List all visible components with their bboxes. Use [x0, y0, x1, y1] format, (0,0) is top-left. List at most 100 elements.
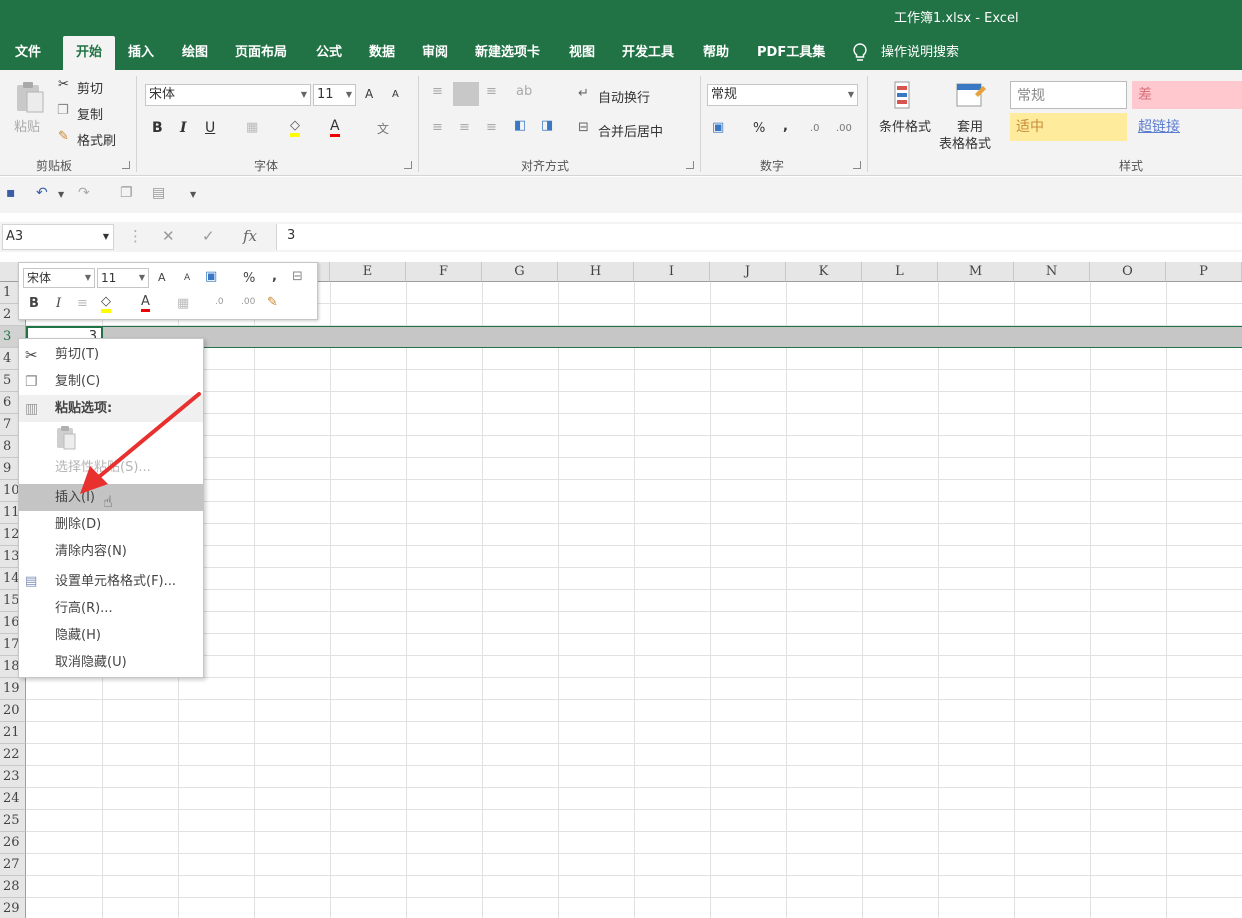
redo-icon[interactable]: ↷ — [78, 185, 90, 201]
tab-pdf-tools[interactable]: PDF工具集 — [757, 36, 825, 70]
align-middle-icon[interactable] — [453, 82, 479, 106]
paste-option-icon[interactable] — [55, 425, 77, 451]
form-icon[interactable]: ▤ — [152, 185, 165, 201]
mini-merge-icon[interactable]: ⊟ — [292, 269, 303, 284]
align-left-icon[interactable]: ≡ — [432, 120, 443, 135]
formula-input[interactable]: 3 — [276, 224, 1242, 250]
copy-button[interactable]: 复制 — [77, 104, 103, 123]
wrap-text-button[interactable]: 自动换行 — [598, 87, 650, 106]
number-format-combo[interactable]: 常规 ▼ — [707, 84, 858, 106]
column-header-j[interactable]: J — [710, 262, 786, 282]
tab-new-tab[interactable]: 新建选项卡 — [475, 36, 540, 70]
column-header-m[interactable]: M — [938, 262, 1014, 282]
increase-indent-icon[interactable]: ◨ — [541, 118, 553, 133]
paste-button[interactable]: 粘贴 — [14, 116, 40, 135]
row-header-19[interactable]: 19 — [0, 678, 26, 700]
merge-center-button[interactable]: 合并后居中 — [598, 121, 663, 140]
menu-item-row-height[interactable]: 行高(R)... — [19, 595, 203, 622]
phonetic-button[interactable]: 文 — [377, 120, 389, 137]
row-header-24[interactable]: 24 — [0, 788, 26, 810]
mini-grow-font[interactable]: A — [158, 271, 166, 284]
tell-me-search[interactable]: 操作说明搜索 — [881, 36, 959, 70]
selected-row-3[interactable] — [26, 326, 1242, 348]
shrink-font-button[interactable]: A — [392, 89, 399, 100]
mini-inc-decimal-icon[interactable]: .0 — [215, 297, 224, 307]
style-normal[interactable]: 常规 — [1010, 81, 1127, 109]
menu-item-format-cells[interactable]: ▤ 设置单元格格式(F)... — [19, 568, 203, 595]
mini-italic[interactable]: I — [56, 296, 61, 311]
style-bad[interactable]: 差 — [1132, 81, 1242, 109]
row-header-27[interactable]: 27 — [0, 854, 26, 876]
accounting-icon[interactable]: ▣ — [712, 120, 724, 135]
column-header-h[interactable]: H — [558, 262, 634, 282]
conditional-format-icon[interactable] — [892, 80, 922, 112]
tab-review[interactable]: 审阅 — [422, 36, 448, 70]
bold-button[interactable]: B — [152, 120, 163, 136]
mini-bold[interactable]: B — [29, 296, 39, 311]
mini-shrink-font[interactable]: A — [184, 273, 190, 283]
grow-font-button[interactable]: A — [365, 87, 373, 101]
style-hyperlink[interactable]: 超链接 — [1132, 113, 1242, 141]
mini-dec-decimal-icon[interactable]: .00 — [241, 297, 255, 307]
menu-item-copy[interactable]: ❐ 复制(C) — [19, 368, 203, 395]
customize-qat-icon[interactable]: ▼ — [190, 190, 196, 199]
menu-item-unhide[interactable]: 取消隐藏(U) — [19, 649, 203, 676]
mini-fill-color-icon[interactable]: ◇ — [101, 294, 111, 313]
format-table-line2[interactable]: 表格格式 — [939, 133, 991, 152]
paste-icon[interactable] — [14, 80, 46, 114]
name-box[interactable]: A3 ▼ — [2, 224, 114, 250]
increase-decimal-button[interactable]: .0 — [810, 123, 820, 134]
menu-item-hide[interactable]: 隐藏(H) — [19, 622, 203, 649]
print-preview-icon[interactable]: ❐ — [120, 185, 133, 201]
row-header-22[interactable]: 22 — [0, 744, 26, 766]
cancel-icon[interactable]: ✕ — [162, 227, 175, 245]
row-header-25[interactable]: 25 — [0, 810, 26, 832]
insert-function-button[interactable]: fx — [243, 227, 257, 245]
mini-font-color[interactable]: A — [141, 294, 150, 312]
undo-dropdown-icon[interactable]: ▼ — [58, 190, 64, 199]
tab-developer[interactable]: 开发工具 — [622, 36, 674, 70]
tab-view[interactable]: 视图 — [569, 36, 595, 70]
font-launcher[interactable] — [404, 161, 412, 169]
column-header-k[interactable]: K — [786, 262, 862, 282]
column-header-l[interactable]: L — [862, 262, 938, 282]
column-header-e[interactable]: E — [330, 262, 406, 282]
undo-icon[interactable]: ↶ — [36, 185, 48, 201]
align-right-icon[interactable]: ≡ — [486, 120, 497, 135]
italic-button[interactable]: I — [180, 120, 187, 136]
menu-item-cut[interactable]: ✂ 剪切(T) — [19, 341, 203, 368]
mini-align-icon[interactable]: ≡ — [77, 296, 88, 311]
style-neutral[interactable]: 适中 — [1010, 113, 1127, 141]
format-painter-button[interactable]: 格式刷 — [77, 130, 116, 149]
underline-button[interactable]: U — [205, 120, 215, 136]
borders-icon[interactable]: ▦ — [246, 120, 258, 135]
align-top-icon[interactable]: ≡ — [432, 84, 443, 99]
align-center-icon[interactable]: ≡ — [459, 120, 470, 135]
mini-size-combo[interactable]: 11 ▼ — [97, 268, 149, 288]
mini-font-combo[interactable]: 宋体 ▼ — [23, 268, 95, 288]
clipboard-launcher[interactable] — [122, 161, 130, 169]
percent-button[interactable]: % — [753, 121, 765, 136]
tab-draw[interactable]: 绘图 — [182, 36, 208, 70]
fill-color-icon[interactable]: ◇ — [290, 118, 300, 137]
row-header-29[interactable]: 29 — [0, 898, 26, 918]
row-header-20[interactable]: 20 — [0, 700, 26, 722]
mini-format-painter-icon[interactable]: ✎ — [267, 295, 278, 310]
row-header-21[interactable]: 21 — [0, 722, 26, 744]
font-color-button[interactable]: A — [330, 118, 340, 137]
tab-data[interactable]: 数据 — [369, 36, 395, 70]
orientation-button[interactable]: ab — [516, 84, 532, 99]
font-size-combo[interactable]: 11 ▼ — [313, 84, 356, 106]
row-header-28[interactable]: 28 — [0, 876, 26, 898]
alignment-launcher[interactable] — [686, 161, 694, 169]
menu-item-insert[interactable]: 插入(I) ☝ — [19, 484, 203, 511]
conditional-format-button[interactable]: 条件格式 — [879, 116, 931, 135]
menu-item-clear-contents[interactable]: 清除内容(N) — [19, 538, 203, 565]
enter-icon[interactable]: ✓ — [202, 227, 215, 245]
column-header-o[interactable]: O — [1090, 262, 1166, 282]
column-header-f[interactable]: F — [406, 262, 482, 282]
menu-item-delete[interactable]: 删除(D) — [19, 511, 203, 538]
decrease-indent-icon[interactable]: ◧ — [514, 118, 526, 133]
format-as-table-icon[interactable] — [955, 80, 987, 112]
number-launcher[interactable] — [853, 161, 861, 169]
